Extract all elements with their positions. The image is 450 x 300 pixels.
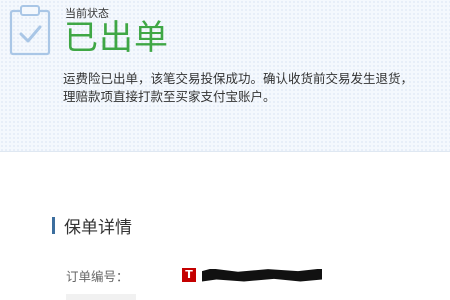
section-title: 保单详情 (64, 217, 132, 238)
status-value: 已出单 (64, 18, 169, 58)
order-number-label: 订单编号： (66, 268, 129, 284)
status-message-line: 理赔款项直接打款至买家支付宝账户。 (63, 89, 276, 104)
next-row-hint (66, 294, 136, 300)
redacted-order-number (202, 268, 322, 282)
order-number-row: 订单编号： T (66, 266, 322, 284)
status-message-line: 运费险已出单，该笔交易投保成功。确认收货前交易发生退货， (63, 71, 414, 86)
status-message: 运费险已出单，该笔交易投保成功。确认收货前交易发生退货， 理赔款项直接打款至买家… (63, 70, 413, 106)
status-panel: 当前状态 已出单 运费险已出单，该笔交易投保成功。确认收货前交易发生退货， 理赔… (0, 0, 450, 152)
section-marker (52, 216, 55, 234)
clipboard-check-icon (9, 5, 51, 56)
section-header: 保单详情 (52, 214, 132, 238)
tmall-icon: T (182, 268, 196, 282)
